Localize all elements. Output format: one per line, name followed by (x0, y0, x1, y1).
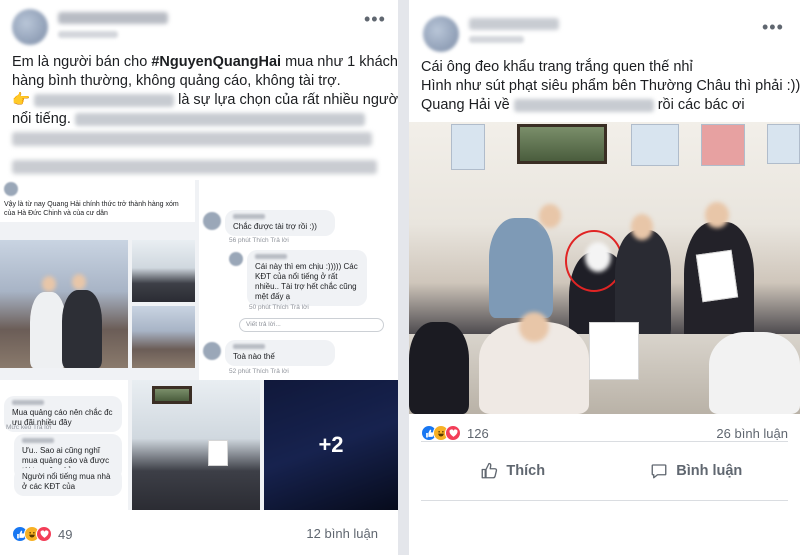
feed-divider (398, 0, 409, 555)
blurred-text-row (12, 132, 372, 146)
post-text-line-1: Cái ông đeo khẩu trang trắng quen thế nh… (421, 58, 693, 76)
post-text-line-4: nổi tiếng. (12, 110, 365, 128)
comment-button[interactable]: Bình luận (605, 442, 789, 500)
office-chair (409, 322, 469, 414)
wall-poster (767, 124, 800, 164)
blurred-brand-name (34, 93, 175, 107)
post-timestamp-blurred (469, 36, 524, 43)
document-paper (208, 440, 228, 466)
post-text: mua như 1 khách (281, 54, 398, 70)
left-post: ••• Em là người bán cho #NguyenQuangHai … (0, 0, 398, 555)
love-reaction-icon (36, 526, 52, 542)
collage-photo-players (0, 240, 128, 368)
face-blurred (519, 312, 549, 342)
post-text-line-1: Em là người bán cho #NguyenQuangHai mua … (12, 53, 398, 71)
wall-painting (152, 386, 192, 404)
like-button[interactable]: Thích (421, 442, 605, 500)
love-reaction-icon (445, 425, 461, 441)
mini-comment-meta: Mức kéo Trả lời (6, 424, 52, 431)
author-name-blurred[interactable] (469, 18, 559, 30)
collage-photo-more[interactable]: +2 (264, 380, 398, 510)
author-name-blurred[interactable] (58, 12, 168, 24)
blurred-brand-name (513, 98, 654, 112)
thumbs-up-icon (481, 462, 498, 479)
mini-avatar (203, 342, 221, 360)
document-paper (589, 322, 639, 380)
document-paper (695, 249, 739, 303)
wall-poster (451, 124, 485, 170)
mini-reply-input: Viết trả lời... (239, 318, 384, 332)
face-blurred (72, 274, 86, 290)
more-options-icon[interactable]: ••• (762, 18, 784, 36)
author-avatar[interactable] (423, 16, 459, 52)
mini-comment-meta: 52 phút Thích Trả lời (229, 368, 289, 375)
comment-count[interactable]: 12 bình luận (306, 526, 378, 541)
face-blurred (631, 214, 653, 240)
post-text: Quang Hải về (421, 97, 514, 113)
reaction-count: 49 (58, 526, 73, 542)
post-text: rồi các bác ơi (653, 97, 745, 113)
post-text: là sự lựa chọn của rất nhiều người (174, 92, 398, 108)
wall-poster (701, 124, 745, 166)
post-text: nổi tiếng. (12, 111, 75, 127)
mini-comment: Cái này thì em chịu :))))) Các KĐT của n… (247, 250, 367, 306)
reaction-summary[interactable]: 126 (421, 425, 489, 441)
post-text: Hình như sút phạt siêu phẩm bên Thường C… (421, 78, 800, 94)
mini-comment-meta: 50 phút Thích Trả lời (249, 304, 309, 311)
collage-comments-screenshot-2: Mua quảng cáo nên chắc đc ưu đãi nhiều đ… (0, 380, 128, 510)
comment-label: Bình luận (676, 463, 743, 479)
author-avatar[interactable] (12, 9, 48, 45)
person-white-shirt (30, 292, 66, 368)
mini-comment: Chắc được tài trợ rồi :)) (225, 210, 335, 236)
mini-avatar (203, 212, 221, 230)
collage-photo-office-1 (132, 240, 195, 302)
mini-post-text: Vậy là từ nay Quang Hải chính thức trở t… (4, 201, 179, 217)
hashtag-link[interactable]: #NguyenQuangHai (151, 54, 281, 70)
face-blurred (539, 204, 561, 228)
mini-comment: Toà nào thế (225, 340, 335, 366)
more-photos-overlay[interactable]: +2 (264, 380, 398, 510)
collage-photo-meeting (132, 380, 260, 510)
reaction-count: 126 (467, 425, 489, 441)
collage-comments-screenshot: Chắc được tài trợ rồi :)) 56 phút Thích … (199, 180, 398, 380)
image-collage[interactable]: Vậy là từ nay Quang Hải chính thức trở t… (0, 180, 398, 510)
post-action-bar: Thích Bình luận (421, 441, 788, 501)
face-blurred (42, 276, 56, 292)
mini-avatar (229, 252, 243, 266)
mini-comment-meta: 56 phút Thích Trả lời (229, 237, 289, 244)
more-options-icon[interactable]: ••• (364, 10, 386, 28)
person-foreground-man (709, 332, 800, 414)
mini-avatar (4, 182, 18, 196)
collage-photo-office-2 (132, 306, 195, 368)
post-text: Em là người bán cho (12, 54, 152, 70)
face-blurred (705, 202, 729, 228)
post-text-line-2: hàng bình thường, không quảng cáo, không… (12, 72, 341, 90)
wall-poster (631, 124, 679, 166)
collage-mini-post: Vậy là từ nay Quang Hải chính thức trở t… (0, 180, 195, 222)
like-label: Thích (506, 463, 546, 479)
wall-painting (517, 124, 607, 164)
pointing-hand-emoji: 👉 (12, 92, 35, 108)
post-text-line-3: Quang Hải về rồi các bác ơi (421, 96, 745, 114)
blurred-text-row (12, 160, 377, 174)
post-text-line-2: Hình như sút phạt siêu phẩm bên Thường C… (421, 77, 800, 95)
right-post: ••• Cái ông đeo khẩu trang trắng quen th… (409, 0, 800, 555)
person-standing (489, 218, 553, 318)
person-dark-jacket (62, 290, 102, 368)
post-text: Cái ông đeo khẩu trang trắng quen thế nh… (421, 59, 693, 75)
comment-count[interactable]: 26 bình luận (716, 426, 788, 441)
post-timestamp-blurred (58, 31, 118, 38)
blurred-text (74, 112, 365, 126)
reaction-summary[interactable]: 49 (12, 526, 72, 542)
post-text-line-3: 👉 là sự lựa chọn của rất nhiều người (12, 91, 398, 109)
mini-comment: Người nổi tiếng mua nhà ở các KĐT của (14, 468, 122, 496)
comment-bubble-icon (651, 464, 667, 479)
post-text: hàng bình thường, không quảng cáo, không… (12, 73, 341, 89)
post-photo[interactable] (409, 122, 800, 414)
